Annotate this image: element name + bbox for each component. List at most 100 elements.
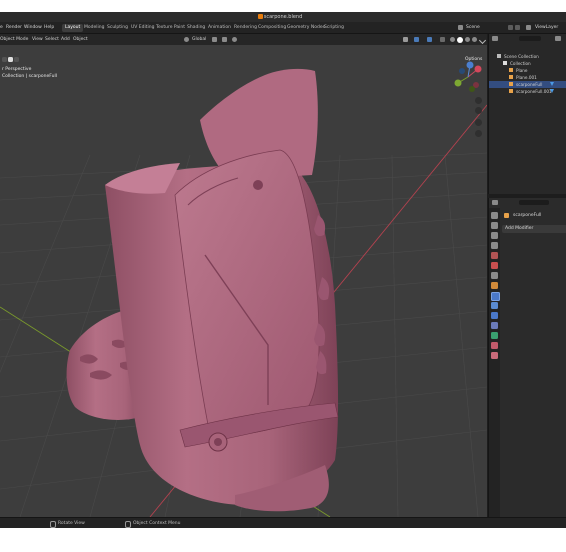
outliner-item-plane-001[interactable]: Plane.001	[489, 74, 566, 81]
collection-icon	[503, 61, 507, 65]
outliner-filter-icon[interactable]	[555, 36, 561, 41]
tab-texture-paint[interactable]: Texture Paint	[153, 24, 188, 32]
hand-pan-icon[interactable]	[475, 107, 482, 114]
viewport-collection-info: Collection | scarponeFull	[2, 74, 57, 79]
modifier-filter-icon	[550, 89, 554, 93]
outliner-item-label: Plane	[516, 68, 528, 73]
orientation-gizmo[interactable]	[454, 61, 482, 93]
menu-item-render[interactable]: Render	[6, 25, 22, 30]
camera-view-icon[interactable]	[475, 119, 482, 126]
outliner-scene-collection[interactable]: Scene Collection	[489, 53, 566, 60]
options-dropdown[interactable]: Options	[465, 57, 482, 62]
viewport-chip-1[interactable]	[2, 57, 7, 62]
shading-material-icon[interactable]	[465, 37, 470, 42]
visibility-icon[interactable]	[403, 37, 408, 42]
material-tab-icon[interactable]	[491, 342, 498, 349]
viewport-scene	[0, 61, 487, 517]
zoom-icon[interactable]	[475, 97, 482, 104]
shading-options-chevron-icon[interactable]	[478, 36, 487, 45]
status-bar: Rotate View Object Context Menu	[0, 517, 566, 528]
pivot-icon[interactable]	[212, 37, 217, 42]
gizmo-toggle-icon[interactable]	[414, 37, 419, 42]
render-tab-icon[interactable]	[491, 222, 498, 229]
outliner-panel: Scene Collection Collection Plane Plane.…	[488, 34, 566, 194]
outliner-search-icon[interactable]	[519, 36, 541, 41]
world-tab-icon[interactable]	[491, 262, 498, 269]
outliner-item-label: Plane.001	[516, 75, 537, 80]
mouse-right-icon	[125, 521, 131, 528]
add-modifier-button[interactable]: Add Modifier	[502, 225, 566, 233]
shading-solid-icon[interactable]	[457, 37, 463, 43]
physics-tab-icon[interactable]	[491, 312, 498, 319]
tab-scripting[interactable]: Scripting	[321, 24, 347, 32]
scene-name[interactable]: Scene	[466, 25, 480, 30]
menu-object[interactable]: Object	[73, 37, 88, 42]
properties-editor-icon[interactable]	[492, 200, 498, 205]
outliner-item-label: scarponeFull.001	[516, 89, 552, 94]
outliner-collection[interactable]: Collection	[489, 60, 566, 67]
menu-item-file[interactable]: e	[0, 25, 3, 30]
tab-sculpting[interactable]: Sculpting	[104, 24, 131, 32]
mouse-middle-icon	[50, 521, 56, 528]
mesh-icon	[509, 89, 513, 93]
viewport-header: Object Mode View Select Add Object Globa…	[0, 34, 487, 45]
menu-select[interactable]: Select	[45, 37, 59, 42]
view-layer-name[interactable]: ViewLayer	[535, 25, 558, 30]
tab-animation[interactable]: Animation	[205, 24, 234, 32]
constraints-tab-icon[interactable]	[491, 322, 498, 329]
particles-tab-icon[interactable]	[491, 302, 498, 309]
properties-panel: scarponeFull Add Modifier	[488, 198, 566, 517]
outliner-item-label: scarponeFull	[516, 82, 543, 87]
xray-toggle-icon[interactable]	[440, 37, 445, 42]
viewport-chip-3[interactable]	[14, 57, 19, 62]
outliner-item-scarponefull-001[interactable]: scarponeFull.001	[489, 88, 566, 95]
modifier-filter-icon	[550, 82, 554, 86]
collection-label: Collection	[510, 61, 531, 66]
outliner-item-plane[interactable]: Plane	[489, 67, 566, 74]
top-menu-bar: e Render Window Help Layout Modeling Scu…	[0, 22, 566, 34]
overlay-toggle-icon[interactable]	[427, 37, 432, 42]
mesh-icon	[509, 68, 513, 72]
output-tab-icon[interactable]	[491, 232, 498, 239]
transform-orientation-icon	[184, 37, 189, 42]
status-middle-hint: Object Context Menu	[133, 521, 181, 526]
window-title: scarpone.blend	[263, 14, 303, 20]
viewport-chip-2[interactable]	[8, 57, 13, 62]
blender-window: scarpone.blend e Render Window Help Layo…	[0, 12, 566, 528]
menu-add[interactable]: Add	[61, 37, 70, 42]
scene-new-icon[interactable]	[508, 25, 513, 30]
properties-search-icon[interactable]	[519, 200, 549, 205]
transform-orientation-dropdown[interactable]: Global	[192, 37, 206, 42]
shading-rendered-icon[interactable]	[472, 37, 477, 42]
outliner-editor-icon[interactable]	[492, 36, 498, 41]
grid-projection-icon[interactable]	[475, 130, 482, 137]
shading-wireframe-icon[interactable]	[450, 37, 455, 42]
object-type-icon	[504, 213, 509, 218]
boot-model[interactable]	[66, 68, 339, 512]
proportional-edit-icon[interactable]	[232, 37, 237, 42]
scene-icon	[458, 25, 463, 30]
scene-tab-icon[interactable]	[491, 252, 498, 259]
outliner-item-scarponefull[interactable]: scarponeFull	[489, 81, 566, 88]
properties-tab-column	[489, 208, 500, 517]
scene-delete-icon[interactable]	[515, 25, 520, 30]
view-layer-icon	[526, 25, 531, 30]
collection-tab-icon[interactable]	[491, 272, 498, 279]
title-bar: scarpone.blend	[0, 12, 566, 22]
object-tab-icon[interactable]	[491, 282, 498, 289]
viewport-view-name: r Perspective	[2, 67, 32, 72]
3d-viewport[interactable]: r Perspective Collection | scarponeFull …	[0, 45, 487, 517]
tool-tab-icon[interactable]	[491, 212, 498, 219]
view-layer-tab-icon[interactable]	[491, 242, 498, 249]
data-tab-icon[interactable]	[491, 332, 498, 339]
scene-collection-icon	[497, 54, 501, 58]
mesh-icon	[509, 82, 513, 86]
texture-tab-icon[interactable]	[491, 352, 498, 359]
mesh-icon	[509, 75, 513, 79]
menu-item-help[interactable]: Help	[44, 25, 54, 30]
snap-icon[interactable]	[222, 37, 227, 42]
modifier-tab-icon[interactable]	[491, 292, 500, 301]
menu-view[interactable]: View	[32, 37, 43, 42]
mode-selector[interactable]: Object Mode	[0, 37, 28, 42]
menu-item-window[interactable]: Window	[24, 25, 42, 30]
